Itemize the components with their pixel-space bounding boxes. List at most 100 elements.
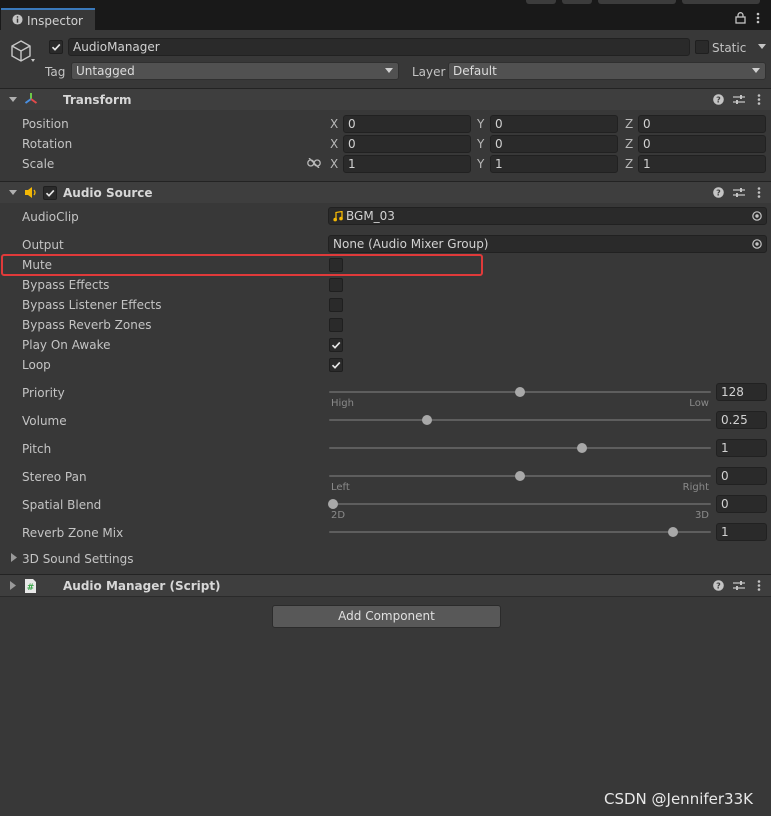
object-picker-icon[interactable] bbox=[752, 211, 762, 221]
toolbar-button[interactable] bbox=[682, 0, 760, 4]
divider bbox=[0, 596, 771, 597]
toolbar-button[interactable] bbox=[562, 0, 592, 4]
reverb-zone-mix-slider-knob[interactable] bbox=[667, 527, 678, 537]
foldout-collapsed-icon[interactable] bbox=[11, 553, 17, 562]
help-icon[interactable]: ? bbox=[713, 580, 724, 591]
spatial-blend-label: Spatial Blend bbox=[22, 498, 102, 512]
transform-header[interactable]: Transform ? bbox=[0, 88, 771, 110]
transform-row-label: Rotation bbox=[22, 137, 73, 151]
object-name-field[interactable]: AudioManager bbox=[68, 38, 690, 56]
pitch-value-field[interactable]: 1 bbox=[716, 439, 767, 457]
priority-label: Priority bbox=[22, 386, 65, 400]
spatial-blend-min-label: 2D bbox=[331, 510, 346, 521]
script-header[interactable]: # Audio Manager (Script) ? bbox=[0, 574, 771, 596]
chevron-down-icon[interactable] bbox=[758, 44, 766, 50]
more-menu-icon[interactable] bbox=[757, 580, 761, 592]
info-icon bbox=[12, 14, 23, 25]
help-icon[interactable]: ? bbox=[713, 187, 724, 198]
transform-row-label: Position bbox=[22, 117, 69, 131]
spatial-blend-slider-knob[interactable] bbox=[328, 499, 338, 509]
position-z-field[interactable]: 0 bbox=[638, 115, 766, 133]
output-field[interactable]: None (Audio Mixer Group) bbox=[328, 235, 767, 253]
pitch-slider-track[interactable] bbox=[329, 447, 711, 449]
reverb-zone-mix-label: Reverb Zone Mix bbox=[22, 526, 124, 540]
script-title: Audio Manager (Script) bbox=[63, 579, 221, 593]
loop-checkbox[interactable] bbox=[329, 358, 343, 372]
object-picker-icon[interactable] bbox=[752, 239, 762, 249]
volume-value-field[interactable]: 0.25 bbox=[716, 411, 767, 429]
audio-source-speaker-icon bbox=[25, 187, 36, 198]
checkmark-icon bbox=[331, 341, 341, 349]
static-label: Static bbox=[712, 41, 747, 55]
audio-clip-note-icon bbox=[333, 211, 343, 222]
position-x-field[interactable]: 0 bbox=[343, 115, 471, 133]
rotation-y-field[interactable]: 0 bbox=[490, 135, 618, 153]
volume-slider-track[interactable] bbox=[329, 419, 711, 421]
svg-text:?: ? bbox=[716, 96, 721, 105]
help-icon[interactable]: ? bbox=[713, 94, 724, 105]
priority-max-label: Low bbox=[689, 398, 709, 409]
priority-min-label: High bbox=[331, 398, 354, 409]
bypass-reverb-zones-checkbox[interactable] bbox=[329, 318, 343, 332]
foldout-expanded-icon[interactable] bbox=[9, 97, 17, 103]
spatial-blend-value-field[interactable]: 0 bbox=[716, 495, 767, 513]
toolbar-button[interactable] bbox=[526, 0, 556, 4]
stereo-pan-value-field[interactable]: 0 bbox=[716, 467, 767, 485]
priority-value-field[interactable]: 128 bbox=[716, 383, 767, 401]
transform-row-label: Scale bbox=[22, 157, 55, 171]
stereo-pan-slider-knob[interactable] bbox=[515, 471, 525, 481]
play-on-awake-label: Play On Awake bbox=[22, 338, 111, 352]
lock-icon[interactable] bbox=[735, 12, 746, 24]
add-component-button[interactable]: Add Component bbox=[272, 605, 501, 628]
preset-sliders-icon[interactable] bbox=[733, 187, 745, 198]
spatial-blend-slider-track[interactable] bbox=[329, 503, 711, 505]
preset-sliders-icon[interactable] bbox=[733, 580, 745, 591]
active-checkbox[interactable] bbox=[49, 40, 63, 54]
static-checkbox[interactable] bbox=[695, 40, 709, 54]
audioclip-value: BGM_03 bbox=[346, 209, 395, 223]
preset-sliders-icon[interactable] bbox=[733, 94, 745, 105]
audio-source-title: Audio Source bbox=[63, 186, 153, 200]
position-y-field[interactable]: 0 bbox=[490, 115, 618, 133]
priority-slider-knob[interactable] bbox=[515, 387, 525, 397]
tag-label: Tag bbox=[45, 65, 66, 79]
reverb-zone-mix-value-field[interactable]: 1 bbox=[716, 523, 767, 541]
scale-x-field[interactable]: 1 bbox=[343, 155, 471, 173]
bypass-listener-effects-checkbox[interactable] bbox=[329, 298, 343, 312]
bypass-listener-effects-label: Bypass Listener Effects bbox=[22, 298, 162, 312]
pitch-slider-knob[interactable] bbox=[577, 443, 588, 453]
output-label: Output bbox=[22, 238, 64, 252]
layer-dropdown[interactable]: Default bbox=[448, 62, 766, 80]
foldout-expanded-icon[interactable] bbox=[9, 190, 17, 196]
tab-inspector[interactable]: Inspector bbox=[1, 8, 95, 30]
audio-source-header[interactable]: Audio Source ? bbox=[0, 181, 771, 203]
bypass-reverb-zones-label: Bypass Reverb Zones bbox=[22, 318, 152, 332]
rotation-z-field[interactable]: 0 bbox=[638, 135, 766, 153]
output-value: None (Audio Mixer Group) bbox=[333, 237, 489, 251]
stereo-pan-min-label: Left bbox=[331, 482, 350, 493]
volume-slider-knob[interactable] bbox=[421, 415, 432, 425]
loop-label: Loop bbox=[22, 358, 51, 372]
more-menu-icon[interactable] bbox=[756, 12, 760, 24]
constrain-proportions-link-icon[interactable] bbox=[307, 158, 321, 168]
reverb-zone-mix-slider-track[interactable] bbox=[329, 531, 711, 533]
scale-y-field[interactable]: 1 bbox=[490, 155, 618, 173]
foldout-collapsed-icon[interactable] bbox=[10, 581, 16, 590]
rotation-x-field[interactable]: 0 bbox=[343, 135, 471, 153]
audio-source-enabled-checkbox[interactable] bbox=[43, 186, 57, 200]
scale-z-field[interactable]: 1 bbox=[638, 155, 766, 173]
more-menu-icon[interactable] bbox=[757, 187, 761, 199]
axis-z-label: Z bbox=[625, 117, 634, 131]
bypass-effects-checkbox[interactable] bbox=[329, 278, 343, 292]
gameobject-cube-icon[interactable] bbox=[9, 38, 37, 66]
audioclip-field[interactable]: BGM_03 bbox=[328, 207, 767, 225]
chevron-down-icon bbox=[752, 68, 760, 73]
chevron-down-icon bbox=[385, 68, 393, 73]
sound-settings-foldout[interactable]: 3D Sound Settings bbox=[22, 552, 134, 566]
svg-text:?: ? bbox=[716, 582, 721, 591]
play-on-awake-checkbox[interactable] bbox=[329, 338, 343, 352]
toolbar-button[interactable] bbox=[598, 0, 676, 4]
tag-dropdown[interactable]: Untagged bbox=[71, 62, 399, 80]
more-menu-icon[interactable] bbox=[757, 94, 761, 106]
tab-label: Inspector bbox=[27, 14, 83, 28]
